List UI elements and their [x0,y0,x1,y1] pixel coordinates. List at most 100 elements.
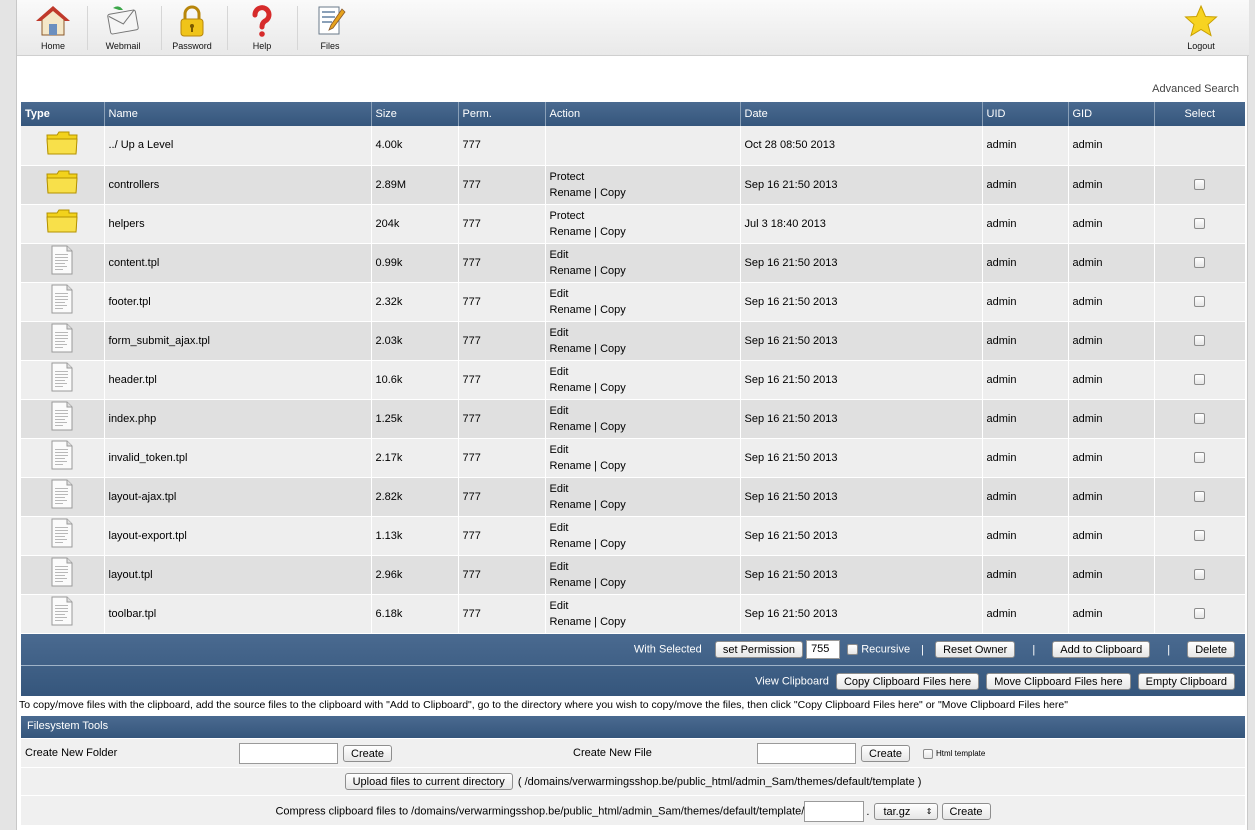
action-copy-link[interactable]: Copy [600,499,626,511]
table-row[interactable]: invalid_token.tpl 2.17k 777 Edit Rename | Co… [21,438,1246,478]
action-copy-link[interactable]: Copy [600,343,626,355]
toolbar-files[interactable]: Files [307,0,353,56]
perm-link[interactable]: 777 [463,257,481,269]
file-name-link[interactable]: header.tpl [109,374,157,386]
reset-owner-button[interactable]: Reset Owner [935,641,1016,658]
column-header-date[interactable]: Date [740,102,983,126]
table-row[interactable]: index.php 1.25k 777 Edit Rename | Copy Sep 16… [21,399,1246,439]
action-edit-link[interactable]: Edit [550,561,569,573]
compress-create-button[interactable]: Create [941,803,991,820]
select-checkbox[interactable] [1194,530,1205,542]
advanced-search-link[interactable]: Advanced Search [1152,83,1239,95]
perm-link[interactable]: 777 [463,374,481,386]
table-row[interactable]: footer.tpl 2.32k 777 Edit Rename | Copy Sep 1… [21,282,1246,322]
file-name-link[interactable]: invalid_token.tpl [109,452,188,464]
action-rename-link[interactable]: Rename [550,187,592,199]
toolbar-home[interactable]: Home [31,0,75,56]
file-name-link[interactable]: layout-ajax.tpl [109,491,177,503]
type-cell[interactable] [21,165,105,205]
column-header-type[interactable]: Type [21,102,105,126]
perm-link[interactable]: 777 [463,218,481,230]
recursive-checkbox[interactable] [847,644,859,655]
select-checkbox[interactable] [1194,179,1205,191]
action-rename-link[interactable]: Rename [550,421,592,433]
toolbar-webmail[interactable]: Webmail [97,0,149,56]
action-rename-link[interactable]: Rename [550,577,592,589]
table-row[interactable]: toolbar.tpl 6.18k 777 Edit Rename | Copy Sep … [21,594,1246,634]
file-name-link[interactable]: content.tpl [109,257,160,269]
move-clipboard-files-button[interactable]: Move Clipboard Files here [986,673,1131,690]
name-cell[interactable]: layout-ajax.tpl [104,477,372,517]
action-copy-link[interactable]: Copy [600,538,626,550]
table-row[interactable]: helpers 204k 777 Protect Rename | Copy Jul 3 … [21,204,1246,244]
action-protect-link[interactable]: Protect [550,171,585,183]
action-edit-link[interactable]: Edit [550,600,569,612]
file-name-link[interactable]: controllers [109,179,160,191]
select-checkbox[interactable] [1194,296,1205,308]
action-rename-link[interactable]: Rename [550,304,592,316]
select-checkbox[interactable] [1194,335,1205,347]
compress-format-select[interactable]: tar.gz ⇕ [874,803,939,820]
type-cell[interactable] [21,243,105,283]
view-clipboard-link[interactable]: View Clipboard [755,676,829,688]
action-copy-link[interactable]: Copy [600,460,626,472]
perm-link[interactable]: 777 [463,491,481,503]
toolbar-logout[interactable]: Logout [1177,0,1225,56]
select-checkbox[interactable] [1194,569,1205,581]
type-cell[interactable] [21,594,105,634]
action-edit-link[interactable]: Edit [550,327,569,339]
action-copy-link[interactable]: Copy [600,421,626,433]
copy-clipboard-files-button[interactable]: Copy Clipboard Files here [835,673,980,690]
select-checkbox[interactable] [1194,218,1205,230]
column-header-uid[interactable]: UID [982,102,1069,126]
perm-link[interactable]: 777 [463,413,481,425]
action-copy-link[interactable]: Copy [600,187,626,199]
name-cell[interactable]: layout.tpl [104,555,372,595]
empty-clipboard-button[interactable]: Empty Clipboard [1137,673,1235,690]
action-copy-link[interactable]: Copy [600,382,626,394]
type-cell[interactable] [21,282,105,322]
action-edit-link[interactable]: Edit [550,522,569,534]
file-name-link[interactable]: helpers [109,218,145,230]
action-copy-link[interactable]: Copy [600,265,626,277]
new-folder-input[interactable] [239,743,338,764]
action-edit-link[interactable]: Edit [550,444,569,456]
name-cell[interactable]: footer.tpl [104,282,372,322]
file-name-link[interactable]: footer.tpl [109,296,151,308]
create-folder-button[interactable]: Create [343,745,393,762]
action-copy-link[interactable]: Copy [600,616,626,628]
action-rename-link[interactable]: Rename [550,499,592,511]
name-cell[interactable]: ../ Up a Level [104,126,372,166]
name-cell[interactable]: header.tpl [104,360,372,400]
perm-link[interactable]: 777 [463,569,481,581]
table-row[interactable]: layout-export.tpl 1.13k 777 Edit Rename | Co… [21,516,1246,556]
permission-input[interactable]: 755 [806,640,841,659]
name-cell[interactable]: helpers [104,204,372,244]
add-to-clipboard-button[interactable]: Add to Clipboard [1052,641,1151,658]
action-rename-link[interactable]: Rename [550,616,592,628]
perm-link[interactable]: 777 [463,335,481,347]
action-copy-link[interactable]: Copy [600,226,626,238]
perm-link[interactable]: 777 [463,179,481,191]
action-copy-link[interactable]: Copy [600,577,626,589]
perm-link[interactable]: 777 [463,608,481,620]
table-row[interactable]: layout-ajax.tpl 2.82k 777 Edit Rename | Copy… [21,477,1246,517]
action-rename-link[interactable]: Rename [550,343,592,355]
compress-filename-input[interactable] [804,801,865,822]
toolbar-password[interactable]: Password [167,0,217,56]
action-protect-link[interactable]: Protect [550,210,585,222]
type-cell[interactable] [21,399,105,439]
column-header-gid[interactable]: GID [1068,102,1155,126]
column-header-perm[interactable]: Perm. [458,102,546,126]
type-cell[interactable] [21,477,105,517]
action-rename-link[interactable]: Rename [550,382,592,394]
html-template-checkbox[interactable] [923,749,933,759]
select-checkbox[interactable] [1194,374,1205,386]
column-header-size[interactable]: Size [371,102,459,126]
action-edit-link[interactable]: Edit [550,366,569,378]
action-rename-link[interactable]: Rename [550,538,592,550]
column-header-name[interactable]: Name [104,102,372,126]
name-cell[interactable]: index.php [104,399,372,439]
select-checkbox[interactable] [1194,413,1205,425]
action-rename-link[interactable]: Rename [550,460,592,472]
